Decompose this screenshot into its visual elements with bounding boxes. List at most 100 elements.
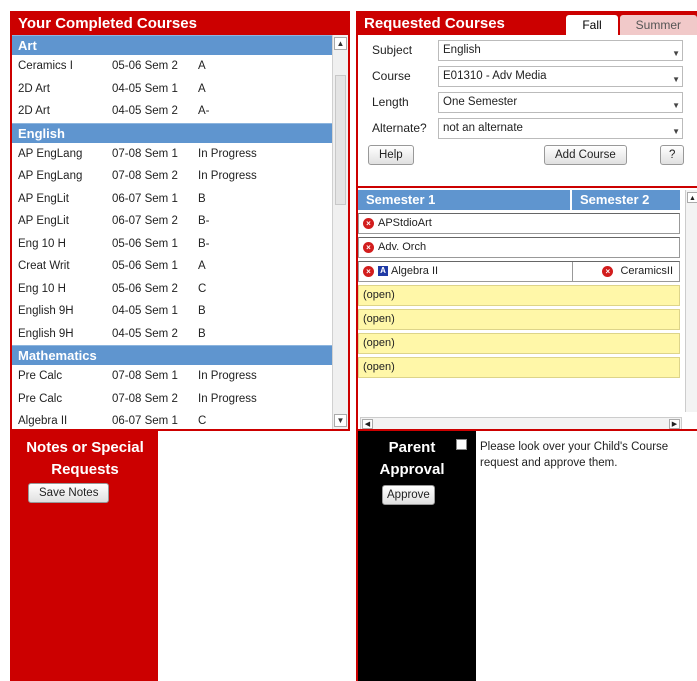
course-name: AP EngLang [18,147,83,160]
scroll-up-icon[interactable]: ▲ [687,192,697,203]
table-row: AP EngLang 07-08 Sem 1 In Progress [12,143,334,166]
term-tabs: Fall Summer [564,15,697,35]
grid-vertical-scrollbar[interactable]: ▲ [685,190,697,412]
course-term: 06-07 Sem 1 [112,415,178,427]
chevron-down-icon: ▼ [672,100,680,110]
course-term: 07-08 Sem 2 [112,170,178,182]
scroll-down-icon[interactable]: ▼ [334,414,347,427]
course-row: Course E01310 - Adv Media ▼ [358,63,697,89]
semester-grid: Semester 1 Semester 2 × APStdioArt × Adv. … [358,186,697,429]
tab-fall[interactable]: Fall [566,15,618,35]
scroll-up-icon[interactable]: ▲ [334,37,347,50]
form-buttons: Help Add Course ? [358,141,697,169]
course-term: 05-06 Sem 2 [112,282,178,295]
course-name: Eng 10 H [18,237,66,250]
completed-courses-title: Your Completed Courses [12,13,348,35]
course-grade: In Progress [198,170,257,182]
course-name: Pre Calc [18,370,63,382]
notes-panel: Notes or Special Requests Save Notes [10,431,350,681]
chevron-down-icon: ▼ [672,74,680,84]
approval-checkbox[interactable] [456,439,467,450]
table-row: 2D Art 04-05 Sem 1 A [12,78,334,101]
course-grade: In Progress [198,147,257,160]
category-header-art: Art [12,35,334,55]
course-term: 06-07 Sem 2 [112,215,178,227]
scroll-right-icon[interactable]: ▶ [669,419,680,429]
course-name: Creat Writ [18,260,70,272]
help-button[interactable]: Help [368,145,414,165]
remove-icon[interactable]: × [363,241,374,253]
notes-textarea[interactable] [158,431,350,681]
table-row: Pre Calc 07-08 Sem 1 In Progress [12,365,334,388]
alternate-row: Alternate? not an alternate ▼ [358,115,697,141]
table-row: AP EngLit 06-07 Sem 2 B- [12,210,334,233]
course-grade: B [198,327,206,340]
open-slot[interactable]: (open) [358,309,680,330]
semester-2-header: Semester 2 [572,190,680,210]
length-select[interactable]: One Semester ▼ [438,91,683,113]
course-name: Pre Calc [18,392,63,405]
semester-grid-header: Semester 1 Semester 2 [358,190,697,210]
course-slot[interactable]: × APStdioArt [358,213,680,234]
completed-courses-panel: Your Completed Courses Art Ceramics I 05-… [10,11,350,431]
slot-course-name: CeramicsII [620,265,673,277]
completed-courses-list: Art Ceramics I 05-06 Sem 2 A 2D Art 04-05 S… [12,35,334,429]
course-grade: In Progress [198,392,257,405]
course-name: AP EngLit [18,192,69,205]
course-grade: C [198,282,207,295]
subject-label: Subject [372,43,413,57]
course-grade: B [198,192,206,205]
course-slot-sem2[interactable]: × CeramicsII [573,262,679,281]
course-grade: B- [198,215,210,227]
course-term: 05-06 Sem 2 [112,60,178,72]
alternate-value: not an alternate [443,121,523,134]
course-grade: C [198,415,207,427]
completed-scrollbar[interactable]: ▲ ▼ [332,35,348,429]
subject-row: Subject English ▼ [358,37,697,63]
subject-select[interactable]: English ▼ [438,39,683,61]
remove-icon[interactable]: × [602,265,614,277]
approve-button[interactable]: Approve [382,485,435,505]
open-slot[interactable]: (open) [358,285,680,306]
course-name: AP EngLang [18,170,83,182]
open-slot[interactable]: (open) [358,357,680,378]
save-notes-button[interactable]: Save Notes [28,483,110,503]
course-term: 05-06 Sem 1 [112,260,178,272]
course-grade: A [198,82,206,95]
question-button[interactable]: ? [660,145,685,165]
table-row: Eng 10 H 05-06 Sem 2 C [12,278,334,301]
open-slot[interactable]: (open) [358,333,680,354]
chevron-down-icon: ▼ [672,48,680,58]
requested-courses-header: Requested Courses Fall Summer [358,13,697,35]
grid-horizontal-scrollbar[interactable]: ◀ ▶ [360,417,682,429]
course-term: 04-05 Sem 1 [112,82,178,95]
tab-summer[interactable]: Summer [619,15,697,35]
table-row: English 9H 04-05 Sem 2 B [12,323,334,346]
remove-icon[interactable]: × [363,217,374,229]
course-term: 04-05 Sem 2 [112,105,178,117]
scroll-thumb[interactable] [335,75,346,205]
scroll-left-icon[interactable]: ◀ [362,419,373,429]
course-name: English 9H [18,327,74,340]
course-slot[interactable]: × Adv. Orch [358,237,680,258]
alternate-select[interactable]: not an alternate ▼ [438,117,683,139]
add-course-button[interactable]: Add Course [544,145,627,165]
alternate-label: Alternate? [372,121,427,135]
course-select[interactable]: E01310 - Adv Media ▼ [438,65,683,87]
course-name: 2D Art [18,105,50,117]
course-name: 2D Art [18,82,50,95]
table-row: Eng 10 H 05-06 Sem 1 B- [12,233,334,256]
course-name: Algebra II [18,415,68,427]
table-row: 2D Art 04-05 Sem 2 A- [12,100,334,123]
remove-icon[interactable]: × [363,265,374,277]
table-row: Algebra II 06-07 Sem 1 C [12,410,334,429]
parent-approval-panel: Parent Approval Approve Please look over… [356,431,697,681]
course-term: 07-08 Sem 1 [112,370,178,382]
notes-title: Notes or Special Requests [26,439,144,478]
length-row: Length One Semester ▼ [358,89,697,115]
table-row: English 9H 04-05 Sem 1 B [12,300,334,323]
course-term: 05-06 Sem 1 [112,237,178,250]
course-slot-split: × A Algebra II × CeramicsII [358,261,680,282]
table-row: AP EngLit 06-07 Sem 1 B [12,188,334,211]
course-slot-sem1[interactable]: × A Algebra II [359,262,573,281]
